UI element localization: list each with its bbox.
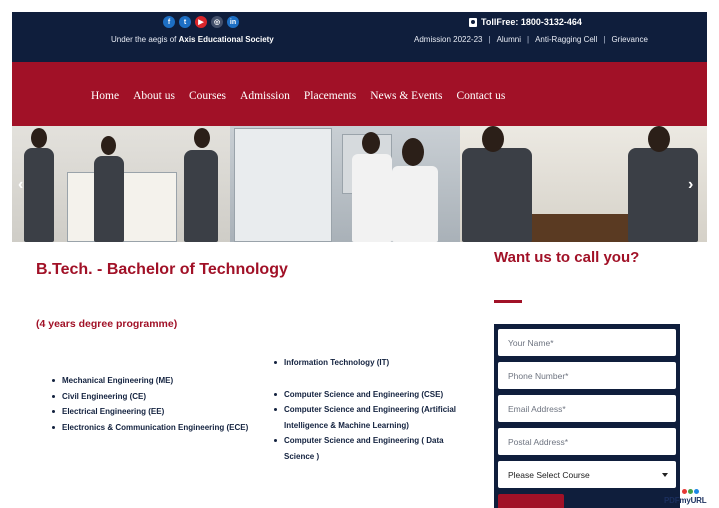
page-title: B.Tech. - Bachelor of Technology [36,261,288,278]
nav-item-about[interactable]: About us [133,90,175,102]
top-links: Admission 2022-23 | Alumni | Anti-Raggin… [414,35,648,44]
branch-list-left: Mechanical Engineering (ME) Civil Engine… [52,373,248,435]
slider-prev-arrow[interactable]: ‹ [18,176,23,194]
list-item: Computer Science and Engineering ( Data … [274,433,464,464]
callback-title: Want us to call you? [494,249,640,266]
watermark-suffix: URL [690,496,707,505]
list-item: Civil Engineering (CE) [52,389,248,405]
chevron-down-icon [662,472,668,477]
pdfmyurl-watermark: PDFmyURL [664,496,707,505]
separator: | [603,35,606,44]
title-divider [494,300,522,303]
separator: | [488,35,491,44]
alumni-link[interactable]: Alumni [497,35,521,44]
main-nav: Home About us Courses Admission Placemen… [12,62,707,126]
callback-form: Please Select Course [494,324,680,508]
programme-duration: (4 years degree programme) [36,318,178,330]
aegis-text: Under the aegis of Axis Educational Soci… [111,35,274,44]
nav-item-news-events[interactable]: News & Events [370,90,442,102]
postal-address-input[interactable] [498,428,676,455]
nav-item-admission[interactable]: Admission [240,90,290,102]
nav-item-placements[interactable]: Placements [304,90,356,102]
admission-link[interactable]: Admission 2022-23 [414,35,482,44]
facebook-icon[interactable]: f [163,16,175,28]
banner-slider: ‹ › [12,126,707,242]
nav-item-home[interactable]: Home [91,90,119,102]
youtube-icon[interactable]: ▶ [195,16,207,28]
list-item: Information Technology (IT) [274,355,464,371]
top-bar: f t ▶ ◎ in TollFree: 1800-3132-464 Under… [12,12,707,62]
pdfmyurl-logo-icon [682,489,699,494]
banner-photo-lab-2 [230,126,460,242]
slider-next-arrow[interactable]: › [688,176,693,194]
phone-input[interactable] [498,362,676,389]
branch-list-right: Information Technology (IT) Computer Sci… [274,355,464,464]
submit-button[interactable] [498,494,564,508]
watermark-prefix: PDFmy [664,496,691,505]
course-select-value: Please Select Course [508,469,590,480]
name-input[interactable] [498,329,676,356]
email-input[interactable] [498,395,676,422]
banner-photo-lab-1 [12,126,230,242]
aegis-org: Axis Educational Society [178,35,274,44]
banner-photo-lab-3 [460,126,707,242]
anti-ragging-link[interactable]: Anti-Ragging Cell [535,35,597,44]
list-item: Computer Science and Engineering (CSE) [274,387,464,403]
nav-item-contact[interactable]: Contact us [456,90,505,102]
list-item: Computer Science and Engineering (Artifi… [274,402,464,433]
nav-links: Home About us Courses Admission Placemen… [91,90,505,102]
list-item: Electrical Engineering (EE) [52,404,248,420]
separator: | [527,35,530,44]
social-links: f t ▶ ◎ in [163,16,239,28]
list-item: Electronics & Communication Engineering … [52,420,248,436]
grievance-link[interactable]: Grievance [611,35,647,44]
aegis-prefix: Under the aegis of [111,35,177,44]
phone-icon [469,17,477,27]
list-item: Mechanical Engineering (ME) [52,373,248,389]
instagram-icon[interactable]: ◎ [211,16,223,28]
tollfree-text: TollFree: 1800-3132-464 [481,17,582,27]
linkedin-icon[interactable]: in [227,16,239,28]
twitter-icon[interactable]: t [179,16,191,28]
course-select[interactable]: Please Select Course [498,461,676,488]
nav-item-courses[interactable]: Courses [189,90,226,102]
tollfree-link[interactable]: TollFree: 1800-3132-464 [469,17,582,27]
